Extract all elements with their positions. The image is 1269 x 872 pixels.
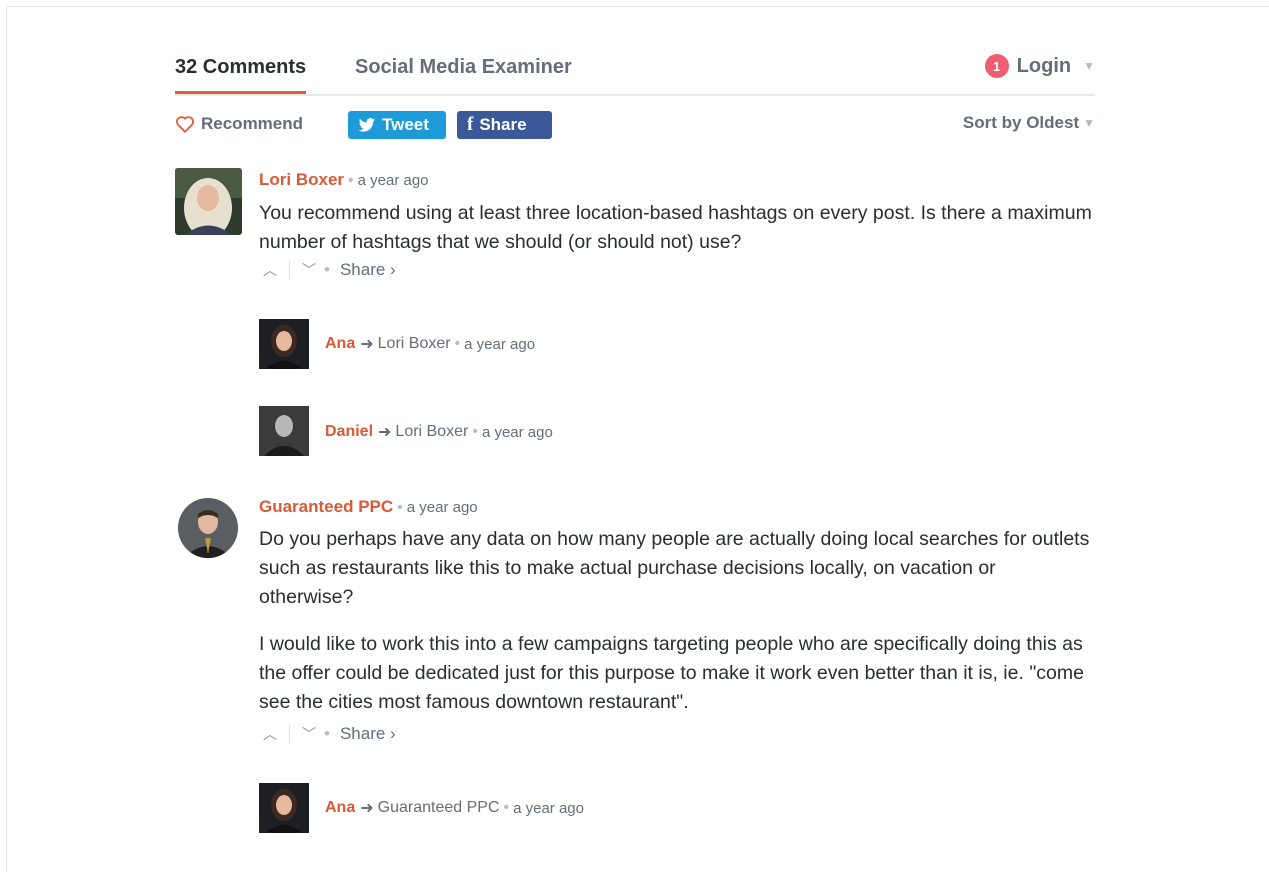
separator-dot: •: [454, 335, 461, 352]
reply-timestamp[interactable]: a year ago: [513, 800, 584, 817]
comment-share-link[interactable]: Share ›: [340, 724, 396, 744]
sort-label: Sort by Oldest: [962, 113, 1080, 132]
facebook-share-button[interactable]: f Share: [457, 111, 552, 139]
recommend-button[interactable]: Recommend: [175, 114, 303, 134]
reply-author[interactable]: Daniel: [325, 423, 373, 441]
comment-body: You recommend using at least three locat…: [259, 199, 1095, 257]
chevron-down-icon[interactable]: ▼: [1083, 59, 1095, 73]
login-label[interactable]: Login: [1017, 55, 1071, 78]
notification-badge[interactable]: 1: [984, 54, 1009, 78]
chevron-down-icon: ▼: [1083, 116, 1095, 130]
avatar[interactable]: [175, 168, 242, 235]
comment-body: Do you perhaps have any data on how many…: [259, 525, 1095, 717]
twitter-bird-icon: [358, 117, 376, 132]
tweet-button[interactable]: Tweet: [348, 111, 446, 139]
tweet-label: Tweet: [382, 115, 429, 134]
comment-share-link[interactable]: Share ›: [340, 260, 396, 280]
downvote-button[interactable]: ﹀: [298, 724, 320, 744]
heart-icon: [175, 116, 195, 133]
reply-arrow-icon: ➜: [360, 800, 374, 817]
comment-paragraph: Do you perhaps have any data on how many…: [259, 528, 1090, 608]
vote-divider: [289, 725, 290, 743]
reply-arrow-icon: ➜: [378, 424, 392, 441]
comment-timestamp[interactable]: a year ago: [407, 499, 478, 516]
separator-dot: •: [503, 799, 510, 816]
comment-header: Guaranteed PPC • a year ago: [259, 497, 478, 517]
reply-timestamp[interactable]: a year ago: [464, 336, 535, 353]
avatar[interactable]: [259, 406, 309, 456]
reply-header: Ana ➜ Guaranteed PPC • a year ago: [325, 798, 584, 818]
comment-footer: ︿ ﹀ • Share ›: [259, 260, 396, 280]
avatar[interactable]: [178, 498, 238, 558]
comment-footer: ︿ ﹀ • Share ›: [259, 724, 396, 744]
tab-community[interactable]: Social Media Examiner: [355, 56, 572, 79]
sort-dropdown[interactable]: Sort by Oldest ▼: [963, 113, 1095, 133]
reply-timestamp[interactable]: a year ago: [482, 424, 553, 441]
upvote-button[interactable]: ︿: [259, 724, 281, 744]
reply-author[interactable]: Ana: [325, 335, 355, 353]
comment-author[interactable]: Lori Boxer: [259, 170, 344, 189]
comment-header: Lori Boxer • a year ago: [259, 170, 429, 190]
separator-dot: •: [472, 423, 478, 440]
separator-dot: •: [348, 172, 354, 189]
share-label: Share: [479, 115, 527, 134]
reply-target[interactable]: Guaranteed PPC: [378, 799, 500, 817]
reply-target[interactable]: Lori Boxer: [395, 423, 468, 441]
comment-paragraph: I would like to work this into a few cam…: [259, 633, 1084, 713]
comment-author[interactable]: Guaranteed PPC: [259, 497, 393, 516]
action-bar: Recommend Tweet f Share Sort by Oldest ▼: [175, 108, 1095, 142]
downvote-button[interactable]: ﹀: [298, 260, 320, 280]
comment-timestamp[interactable]: a year ago: [358, 172, 429, 189]
tab-comments-count[interactable]: 32 Comments: [175, 56, 307, 94]
separator-dot: •: [397, 499, 403, 516]
reply-header: Daniel ➜ Lori Boxer • a year ago: [325, 422, 553, 442]
comment-paragraph: You recommend using at least three locat…: [259, 202, 1092, 253]
reply-target[interactable]: Lori Boxer: [378, 335, 451, 353]
login-menu[interactable]: 1 Login ▼: [984, 54, 1095, 78]
separator-dot: •: [324, 260, 330, 279]
avatar[interactable]: [259, 319, 309, 369]
facebook-icon: f: [467, 114, 474, 135]
recommend-label: Recommend: [201, 114, 304, 133]
reply-header: Ana ➜ Lori Boxer • a year ago: [325, 334, 535, 354]
reply-author[interactable]: Ana: [325, 799, 355, 817]
separator-dot: •: [324, 724, 330, 743]
comments-nav: 32 Comments Social Media Examiner 1 Logi…: [175, 54, 1095, 96]
avatar[interactable]: [259, 783, 309, 833]
upvote-button[interactable]: ︿: [259, 260, 281, 280]
vote-divider: [289, 261, 290, 279]
reply-arrow-icon: ➜: [360, 336, 374, 353]
